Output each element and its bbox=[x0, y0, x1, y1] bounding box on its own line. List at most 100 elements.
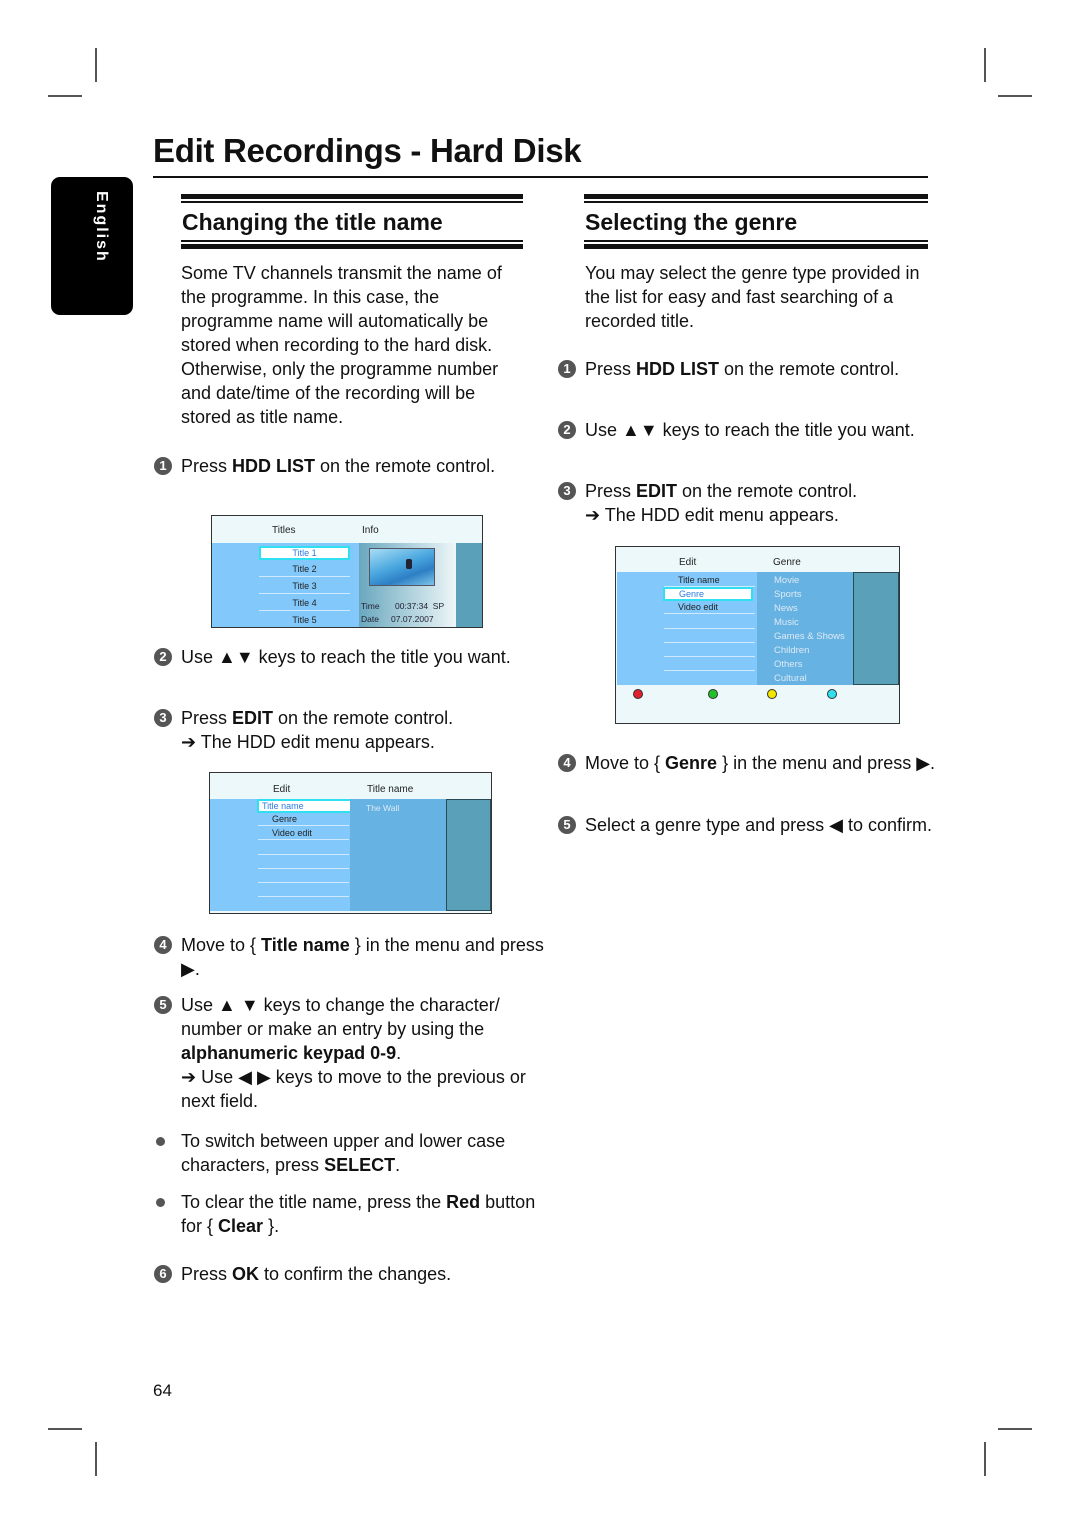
genre-list-panel: Movie Sports News Music Games & Shows Ch… bbox=[757, 572, 853, 685]
step-number-icon: 4 bbox=[558, 754, 576, 772]
genre-option[interactable]: Movie bbox=[774, 575, 799, 586]
heading-rule-bottom bbox=[181, 240, 523, 250]
red-button-icon[interactable] bbox=[633, 689, 643, 699]
bullet-switch-case: To switch between upper and lower case c… bbox=[154, 1129, 551, 1177]
title-item[interactable]: Title 2 bbox=[259, 563, 350, 577]
step-2: 2 Use ▲▼ keys to reach the title you wan… bbox=[558, 418, 957, 442]
step-3: 3 Press EDIT on the remote control. ➔ Th… bbox=[558, 479, 957, 527]
step-text: } in the menu and press ▶. bbox=[717, 753, 936, 773]
genre-screen: Edit Genre Title name Genre Video edit M… bbox=[615, 546, 900, 724]
step-4: 4 Move to { Title name } in the menu and… bbox=[154, 933, 551, 981]
genre-option[interactable]: News bbox=[774, 603, 798, 614]
step-1: 1 Press HDD LIST on the remote control. bbox=[154, 454, 551, 478]
menu-option-name: Clear bbox=[218, 1216, 264, 1236]
crop-mark bbox=[984, 1442, 986, 1476]
genre-option[interactable]: Games & Shows bbox=[774, 631, 845, 642]
section-selecting-genre: Selecting the genre bbox=[584, 194, 928, 250]
title-item[interactable]: Title 3 bbox=[259, 580, 350, 594]
crop-mark bbox=[95, 48, 97, 82]
step-text: Use ▲▼ keys to reach the title you want. bbox=[585, 420, 915, 440]
step-number-icon: 5 bbox=[154, 996, 172, 1014]
crop-mark bbox=[998, 1428, 1032, 1430]
section-heading-block: Changing the title name bbox=[181, 194, 523, 250]
step-5: 5 Select a genre type and press ◀ to con… bbox=[558, 813, 957, 837]
key-name: HDD LIST bbox=[232, 456, 316, 476]
menu-option-name: Title name bbox=[261, 935, 350, 955]
key-name: Red bbox=[446, 1192, 481, 1212]
scroll-panel bbox=[456, 543, 482, 627]
menu-item-empty bbox=[258, 869, 349, 883]
step-number-icon: 5 bbox=[558, 816, 576, 834]
thumbnail-image bbox=[369, 548, 435, 586]
genre-option[interactable]: Children bbox=[774, 645, 809, 656]
yellow-button-icon[interactable] bbox=[767, 689, 777, 699]
menu-item-selected[interactable]: Genre bbox=[663, 587, 753, 601]
step-text: on the remote control. bbox=[315, 456, 496, 476]
bullet-clear-title: To clear the title name, press the Red b… bbox=[154, 1190, 551, 1238]
column-header-genre: Genre bbox=[773, 557, 801, 568]
title-item-selected[interactable]: Title 1 bbox=[259, 546, 350, 560]
edit-title-screen: Edit Title name Title name Genre Video e… bbox=[209, 772, 492, 914]
step-number-icon: 6 bbox=[154, 1265, 172, 1283]
title-name-value[interactable]: The Wall bbox=[366, 803, 399, 813]
scroll-panel bbox=[446, 799, 491, 911]
bullet-icon bbox=[156, 1137, 165, 1146]
step-number-icon: 3 bbox=[154, 709, 172, 727]
green-button-icon[interactable] bbox=[708, 689, 718, 699]
title-divider bbox=[153, 176, 928, 178]
step-text: on the remote control. bbox=[273, 708, 454, 728]
key-name: HDD LIST bbox=[636, 359, 720, 379]
step-3: 3 Press EDIT on the remote control. ➔ Th… bbox=[154, 706, 551, 754]
section-heading: Selecting the genre bbox=[585, 209, 798, 235]
menu-item-empty bbox=[664, 643, 755, 657]
genre-option[interactable]: Music bbox=[774, 617, 799, 628]
menu-item[interactable]: Video edit bbox=[664, 601, 755, 614]
intro-paragraph: Some TV channels transmit the name of th… bbox=[181, 263, 502, 427]
date-label: Date bbox=[361, 614, 379, 624]
scroll-panel bbox=[853, 572, 899, 685]
column-header-edit: Edit bbox=[679, 557, 697, 568]
language-tab: English bbox=[51, 177, 133, 315]
section-changing-title-name: Changing the title name bbox=[181, 194, 523, 250]
menu-item-selected[interactable]: Title name bbox=[257, 799, 354, 813]
intro-paragraph: You may select the genre type provided i… bbox=[585, 263, 920, 331]
genre-option[interactable]: Sports bbox=[774, 589, 801, 600]
step-1: 1 Press HDD LIST on the remote control. bbox=[558, 357, 957, 381]
crop-mark bbox=[48, 95, 82, 97]
menu-item-empty bbox=[664, 629, 755, 643]
menu-item[interactable]: Title name bbox=[664, 574, 755, 587]
title-item[interactable]: Title 5 bbox=[259, 614, 350, 627]
genre-option[interactable]: Others bbox=[774, 659, 803, 670]
step-text: Press bbox=[585, 481, 637, 501]
step-text: Move to { bbox=[181, 935, 262, 955]
surfer-figure bbox=[406, 559, 412, 569]
step-text: Press bbox=[181, 708, 233, 728]
menu-item[interactable]: Genre bbox=[258, 813, 349, 826]
page-number: 64 bbox=[153, 1381, 172, 1400]
column-header-edit: Edit bbox=[273, 784, 291, 795]
section-heading: Changing the title name bbox=[182, 209, 443, 235]
step-result: ➔ The HDD edit menu appears. bbox=[585, 505, 839, 525]
heading-rule-top bbox=[181, 194, 523, 204]
step-text: Press bbox=[181, 1264, 233, 1284]
crop-mark bbox=[48, 1428, 82, 1430]
step-number-icon: 2 bbox=[154, 648, 172, 666]
menu-item-empty bbox=[258, 841, 349, 855]
step-text: Move to { bbox=[585, 753, 666, 773]
menu-item[interactable]: Video edit bbox=[258, 827, 349, 840]
step-text: on the remote control. bbox=[677, 481, 858, 501]
section-heading-block: Selecting the genre bbox=[584, 194, 928, 250]
bullet-text: To clear the title name, press the bbox=[181, 1192, 447, 1212]
column-header-info: Info bbox=[362, 525, 379, 536]
title-item[interactable]: Title 4 bbox=[259, 597, 350, 611]
column-header-title-name: Title name bbox=[367, 784, 414, 795]
cyan-button-icon[interactable] bbox=[827, 689, 837, 699]
step-number-icon: 4 bbox=[154, 936, 172, 954]
key-name: EDIT bbox=[232, 708, 274, 728]
step-text: to confirm the changes. bbox=[259, 1264, 452, 1284]
menu-option-name: Genre bbox=[665, 753, 718, 773]
language-label: English bbox=[93, 191, 110, 263]
genre-option[interactable]: Cultural bbox=[774, 673, 807, 684]
menu-item-empty bbox=[664, 615, 755, 629]
screen-header: Titles Info bbox=[212, 516, 482, 540]
